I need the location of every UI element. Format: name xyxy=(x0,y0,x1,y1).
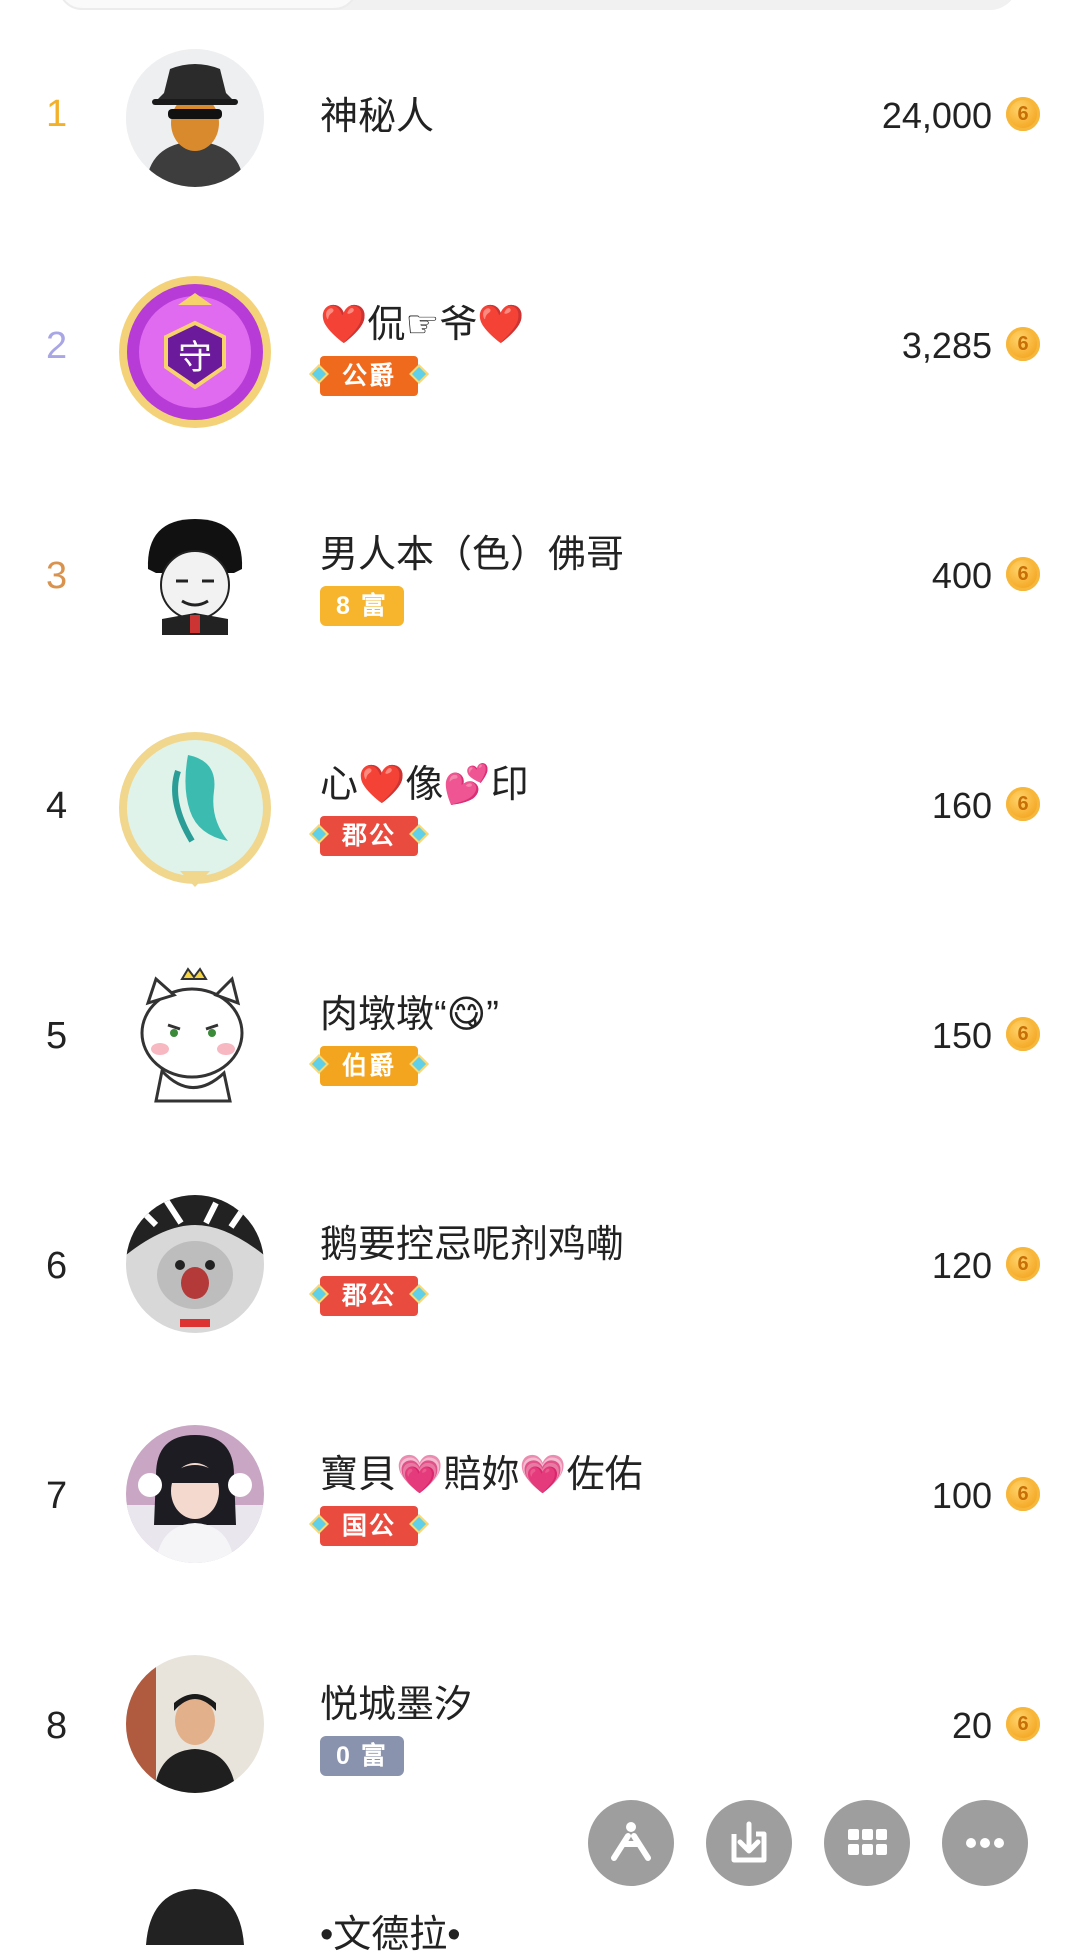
rank-number: 6 xyxy=(46,1245,68,1287)
share-icon xyxy=(611,1822,651,1861)
coin-icon xyxy=(1006,327,1040,361)
download-icon xyxy=(731,1821,767,1863)
top-tab-active[interactable] xyxy=(58,0,358,10)
coin-icon xyxy=(1006,1247,1040,1281)
user-name: 悦城墨汐 xyxy=(320,1684,473,1726)
avatar[interactable] xyxy=(126,49,264,187)
coin-icon xyxy=(1006,1707,1040,1741)
leaderboard-row[interactable]: 3 男人本（色）佛哥 8 富 400 xyxy=(0,475,1080,675)
grid-icon xyxy=(848,1829,887,1855)
leaderboard-row[interactable]: 7 寶貝💗賠妳💗佐佑 国公 100 xyxy=(0,1395,1080,1595)
leaderboard-row[interactable]: •文德拉• xyxy=(0,1855,1080,1956)
user-name: 寶貝💗賠妳💗佐佑 xyxy=(320,1454,643,1496)
avatar[interactable] xyxy=(120,963,270,1113)
noble-badge: 公爵 xyxy=(320,356,419,396)
leaderboard-row[interactable]: 1 神秘人 24,000 xyxy=(0,15,1080,215)
avatar[interactable] xyxy=(126,1885,264,1945)
more-icon xyxy=(966,1838,1004,1848)
coin-amount: 24,000 xyxy=(881,95,992,136)
noble-badge: 国公 xyxy=(320,1506,419,1546)
user-name: 肉墩墩“😋” xyxy=(320,994,499,1036)
rank-number: 1 xyxy=(46,93,68,135)
rank-number: 3 xyxy=(46,555,68,597)
avatar[interactable]: 守 xyxy=(118,275,272,429)
coin-amount: 160 xyxy=(931,785,992,826)
coin-icon xyxy=(1006,97,1040,131)
avatar[interactable] xyxy=(126,1425,264,1563)
leaderboard-row[interactable]: 2 守 ❤️侃☞爷❤️ 公爵 3,285 xyxy=(0,245,1080,445)
coin-amount: 100 xyxy=(931,1475,992,1516)
wealth-badge: 0 富 xyxy=(320,1736,404,1776)
user-name: 心❤️像💕印 xyxy=(320,764,529,806)
coin-icon xyxy=(1006,1477,1040,1511)
rank-number: 2 xyxy=(46,325,68,367)
more-button[interactable] xyxy=(942,1800,1028,1886)
grid-button[interactable] xyxy=(824,1800,910,1886)
svg-text:守: 守 xyxy=(178,338,212,378)
noble-badge: 郡公 xyxy=(320,816,419,856)
leaderboard-row[interactable]: 6 鹅要控忌呢剂鸡嘞 郡公 120 xyxy=(0,1165,1080,1365)
user-name: 神秘人 xyxy=(320,96,435,138)
rank-number: 7 xyxy=(46,1475,68,1517)
coin-icon xyxy=(1006,1017,1040,1051)
user-name: ❤️侃☞爷❤️ xyxy=(320,304,525,346)
coin-amount: 20 xyxy=(951,1705,992,1746)
coin-icon xyxy=(1006,787,1040,821)
rank-number: 5 xyxy=(46,1015,68,1057)
coin-amount: 150 xyxy=(931,1015,992,1056)
avatar[interactable] xyxy=(126,1655,264,1793)
user-name: •文德拉• xyxy=(320,1914,461,1956)
share-button[interactable] xyxy=(588,1800,674,1886)
rank-number: 8 xyxy=(46,1705,68,1747)
user-name: 鹅要控忌呢剂鸡嘞 xyxy=(320,1224,625,1266)
noble-badge: 郡公 xyxy=(320,1276,419,1316)
coin-amount: 3,285 xyxy=(901,325,992,366)
download-button[interactable] xyxy=(706,1800,792,1886)
coin-icon xyxy=(1006,557,1040,591)
avatar[interactable] xyxy=(126,509,264,647)
leaderboard-row[interactable]: 8 悦城墨汐 0 富 20 xyxy=(0,1625,1080,1825)
leaderboard-row[interactable]: 4 心❤️像💕印 郡公 160 xyxy=(0,705,1080,905)
wealth-badge: 8 富 xyxy=(320,586,404,626)
top-tab-bar xyxy=(58,0,1018,10)
noble-badge: 伯爵 xyxy=(320,1046,419,1086)
user-name: 男人本（色）佛哥 xyxy=(320,534,625,576)
leaderboard-row[interactable]: 5 肉墩墩“😋” 伯爵 150 xyxy=(0,935,1080,1135)
avatar[interactable] xyxy=(126,1195,264,1333)
coin-amount: 120 xyxy=(931,1245,992,1286)
rank-number: 4 xyxy=(46,785,68,827)
coin-amount: 400 xyxy=(931,555,992,596)
avatar[interactable] xyxy=(118,731,272,893)
